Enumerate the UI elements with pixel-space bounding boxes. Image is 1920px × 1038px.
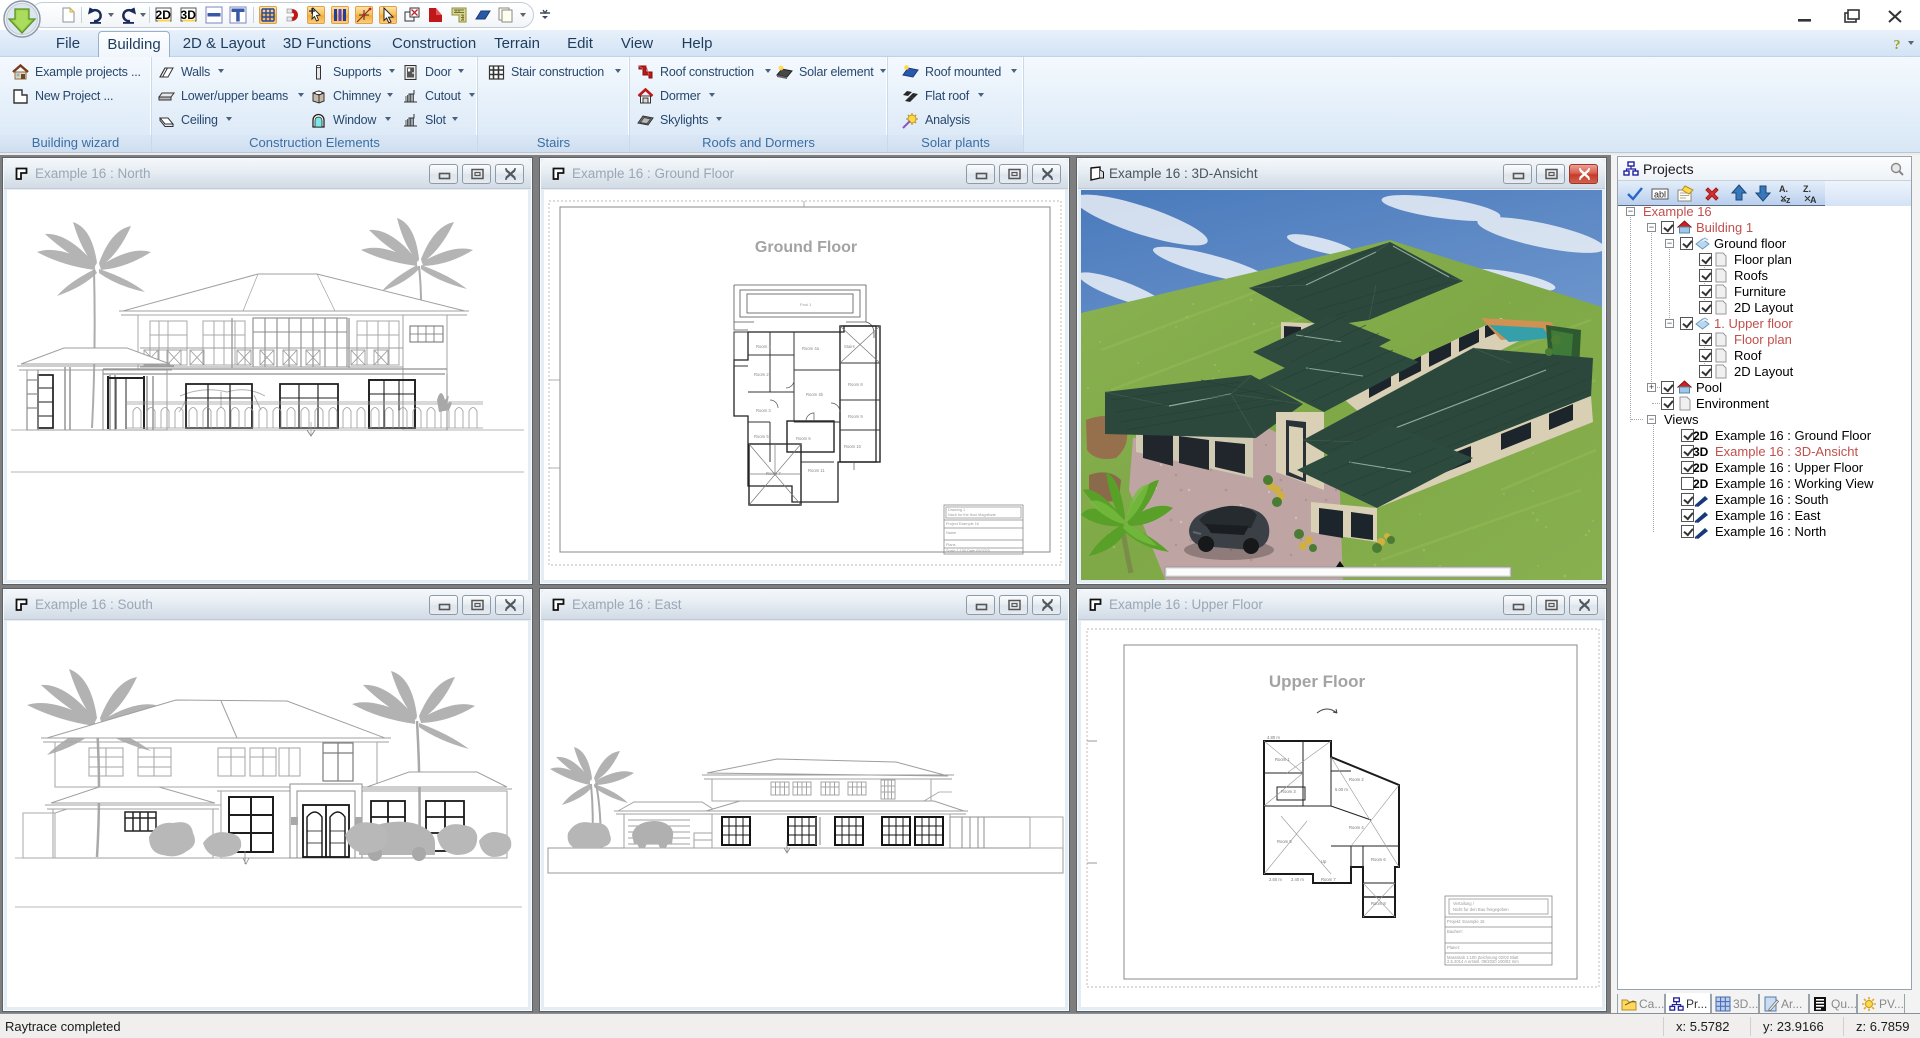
svg-text:Upper Floor: Upper Floor — [1269, 672, 1366, 691]
svg-text:Up: Up — [1321, 859, 1327, 864]
svg-text:Room 9: Room 9 — [848, 414, 863, 419]
svg-text:Scale 1:100 Date 09/2020: Scale 1:100 Date 09/2020 — [946, 549, 990, 553]
svg-text:Ground Floor: Ground Floor — [755, 239, 857, 256]
svg-text:z: z — [1786, 195, 1791, 205]
svg-text:2.5.2014 A erstell. 09/2020 10: 2.5.2014 A erstell. 09/2020 100/02 mm — [1447, 959, 1519, 964]
svg-text:abl: abl — [1654, 190, 1666, 200]
svg-text:Nicht fur den Bau freigegeben: Nicht fur den Bau freigegeben — [1453, 907, 1509, 912]
svg-text:Room 11: Room 11 — [808, 468, 825, 473]
svg-text:Stairs: Stairs — [844, 344, 855, 349]
svg-text:Drawing 1: Drawing 1 — [948, 508, 965, 512]
svg-text:?: ? — [1894, 38, 1901, 52]
svg-text:Pool 1: Pool 1 — [800, 302, 812, 307]
svg-text:Room 8: Room 8 — [848, 382, 863, 387]
svg-text:Plans: Plans — [946, 543, 956, 547]
svg-text:A.: A. — [1779, 184, 1788, 194]
svg-text:Name: Name — [946, 531, 956, 535]
svg-text:Room 4b: Room 4b — [806, 392, 824, 397]
svg-text:2.60 m: 2.60 m — [1269, 877, 1282, 882]
svg-text:5.00 m: 5.00 m — [1335, 787, 1348, 792]
svg-text:Room 1: Room 1 — [756, 344, 771, 349]
svg-text:Room 4: Room 4 — [1349, 825, 1364, 830]
svg-text:Project Example 16: Project Example 16 — [946, 522, 979, 526]
svg-text:4.80 m: 4.80 m — [1267, 735, 1280, 740]
svg-text:Planer:: Planer: — [1447, 945, 1460, 950]
svg-text:Room 1: Room 1 — [1275, 757, 1290, 762]
svg-text:Z.: Z. — [1803, 184, 1811, 194]
svg-text:Room 7: Room 7 — [1321, 877, 1336, 882]
svg-text:Room 3: Room 3 — [1281, 789, 1296, 794]
svg-text:Room 5: Room 5 — [754, 434, 769, 439]
svg-text:Nach for the floor Magnitude: Nach for the floor Magnitude — [948, 513, 996, 517]
svg-text:Room 2: Room 2 — [1349, 777, 1364, 782]
svg-text:Bauherr:: Bauherr: — [1447, 929, 1463, 934]
svg-text:Room 2: Room 2 — [754, 372, 769, 377]
svg-text:Room 3: Room 3 — [756, 408, 771, 413]
svg-text:Projekt: Example 16: Projekt: Example 16 — [1447, 919, 1485, 924]
svg-text:Room 4a: Room 4a — [802, 346, 820, 351]
svg-text:Room 8: Room 8 — [1371, 901, 1386, 906]
svg-text:Vertailung /: Vertailung / — [1453, 901, 1475, 906]
svg-text:Room 10: Room 10 — [844, 444, 862, 449]
svg-text:Room 5: Room 5 — [1277, 839, 1292, 844]
svg-text:Room 6: Room 6 — [1371, 857, 1386, 862]
svg-text:A: A — [1810, 195, 1817, 205]
svg-text:Room 7: Room 7 — [766, 471, 781, 476]
svg-text:Room 6: Room 6 — [796, 436, 811, 441]
svg-text:2.40 m: 2.40 m — [1291, 877, 1304, 882]
